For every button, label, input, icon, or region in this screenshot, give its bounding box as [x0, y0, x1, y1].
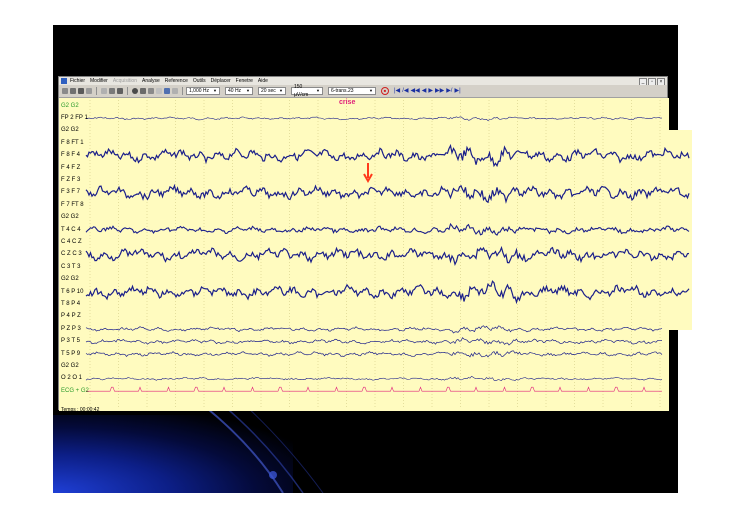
channel-label: O 2 O 1: [61, 375, 83, 382]
eeg-trace: [86, 386, 662, 392]
channel-label: C Z C 3: [61, 251, 82, 258]
channel-label: G2 G2: [61, 102, 79, 109]
time-readout: Temps : 00:00:42: [61, 407, 100, 413]
eeg-trace: [85, 325, 663, 334]
channel-label: F 3 F 7: [61, 189, 81, 196]
channel-label: F 7 FT 8: [61, 201, 84, 208]
channel-label: FP 2 FP 1: [61, 114, 88, 121]
eeg-trace: [85, 222, 690, 236]
seizure-marker-label: crise: [339, 99, 356, 106]
eeg-trace: [85, 280, 690, 305]
channel-label: P Z P 3: [61, 325, 81, 332]
channel-label: T 6 P 10: [61, 288, 84, 295]
eeg-traces: [85, 100, 690, 408]
eeg-trace: [85, 337, 663, 346]
channel-label: F 4 F Z: [61, 164, 81, 171]
channel-label: G2 G2: [61, 276, 79, 283]
channel-label: F 8 FT 1: [61, 139, 84, 146]
eeg-trace: [85, 245, 690, 267]
channel-label: T 8 P 4: [61, 300, 81, 307]
eeg-trace: [85, 350, 663, 358]
channel-label: G2 G2: [61, 214, 79, 221]
channel-label: C 3 T 3: [61, 263, 81, 270]
channel-label: T 5 P 9: [61, 350, 81, 357]
eeg-trace: [85, 183, 690, 204]
seizure-onset-arrow: [363, 163, 373, 184]
channel-label: F Z F 3: [61, 176, 81, 183]
channel-label: G2 G2: [61, 127, 79, 134]
channel-label: T 4 C 4: [61, 226, 81, 233]
channel-label: G2 G2: [61, 362, 79, 369]
channel-label: F 8 F 4: [61, 152, 81, 159]
channel-label: P 4 P Z: [61, 313, 81, 320]
channel-label: ECG + G2: [61, 387, 89, 394]
channel-label: C 4 C Z: [61, 238, 82, 245]
eeg-trace: [85, 143, 690, 168]
eeg-trace: [85, 116, 663, 122]
channel-label: P 3 T 5: [61, 338, 81, 345]
eeg-trace: [85, 375, 663, 382]
